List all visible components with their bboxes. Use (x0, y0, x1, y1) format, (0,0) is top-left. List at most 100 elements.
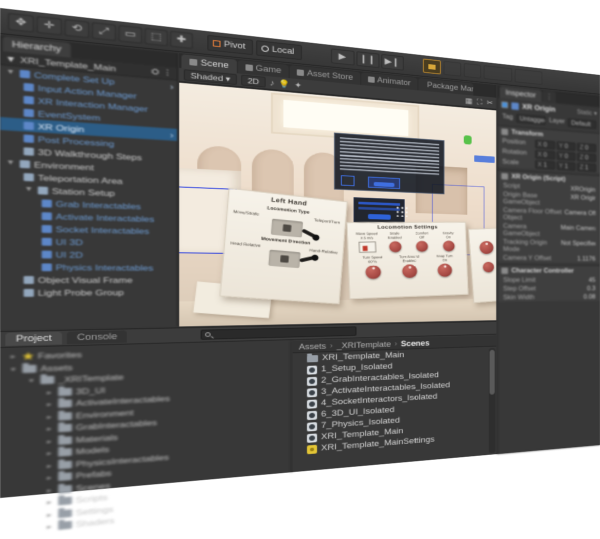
turn-speed-knob (365, 265, 381, 279)
position-x-field[interactable]: X0 (535, 140, 555, 150)
gizmo-label-tag (474, 155, 494, 163)
script-icon (501, 173, 508, 180)
scale-z-field[interactable]: Z1 (577, 163, 596, 173)
folder-icon (22, 364, 36, 372)
tag-label: Tag (502, 113, 513, 123)
active-checkbox[interactable] (501, 101, 508, 108)
prefab-icon (511, 102, 518, 110)
locomotion-settings-board: Locomotion Settings Move Speed 2.5 m/s S… (346, 222, 468, 299)
option-right: Teleport/Turn (314, 218, 340, 225)
layout-dropdown[interactable] (514, 69, 542, 85)
audio-icon[interactable]: ♪ (270, 78, 275, 87)
game-tab-icon (245, 64, 252, 71)
rotate-tool-icon[interactable]: ⟲ (64, 19, 89, 38)
project-panel: Project Console ▸ Favorites ▾Assets ▾_XR… (0, 321, 496, 498)
board-title: Locomotion Settings (352, 225, 461, 231)
tab-console[interactable]: Console (67, 330, 127, 344)
2d-toggle[interactable]: 2D (241, 75, 265, 88)
scrollbar[interactable] (489, 348, 496, 453)
prefab-chevron-icon[interactable]: › (170, 81, 173, 91)
left-hand-board: Left Hand Locomotion Type Move/Strafe Te… (219, 188, 347, 305)
turn-around-control: Turn Around Enabled (391, 255, 428, 279)
custom-tool-icon[interactable]: ✚ (170, 31, 193, 49)
collab-button[interactable] (423, 58, 441, 74)
move-speed-slider (358, 242, 376, 253)
scale-y-field[interactable]: Y1 (556, 161, 575, 171)
transform-tool-icon[interactable]: ⬚ (145, 28, 168, 46)
scene-asset-icon (307, 388, 317, 397)
local-label: Local (272, 43, 294, 59)
layer-dropdown[interactable]: Default (568, 118, 596, 129)
scale-tool-icon[interactable]: ⤢ (92, 22, 116, 41)
position-z-field[interactable]: Z0 (577, 143, 596, 153)
hierarchy-item[interactable]: Object Visual Frame (0, 273, 177, 286)
project-file-list: Assets› _XRITemplate› Scenes XRI_Templat… (293, 335, 497, 472)
transform-icon (501, 128, 508, 135)
tab-project[interactable]: Project (5, 332, 62, 346)
static-dropdown[interactable]: Static ▾ (577, 108, 597, 117)
strafe-button (389, 241, 402, 252)
inspector-menu-icon[interactable]: ⋮ (542, 90, 556, 103)
star-icon (22, 352, 34, 361)
scene-asset-icon (307, 410, 317, 419)
scene-tab-icon (189, 59, 197, 66)
locomotion-type-switch (271, 219, 303, 238)
rotation-z-field[interactable]: Z0 (577, 153, 596, 163)
option-left: Move/Strafe (233, 209, 259, 216)
gear-icon[interactable]: ⛭ (151, 66, 159, 77)
prefab-chevron-icon[interactable]: › (170, 130, 173, 140)
animator-tab-icon (368, 76, 375, 83)
scene-asset-icon (307, 376, 317, 385)
gizmos-icon[interactable]: ⛶ (477, 97, 482, 106)
component-icon (501, 267, 508, 273)
services-button[interactable] (443, 61, 461, 77)
gameobject-name[interactable]: XR Origin (522, 102, 555, 113)
pause-button[interactable]: ❙❙ (356, 51, 379, 68)
pivot-toggle[interactable]: Pivot (207, 35, 253, 55)
scene-asset-icon (307, 365, 317, 374)
project-folder-tree: ▸ Favorites ▾Assets ▾_XRITemplate ▸3D_UI… (0, 341, 292, 498)
tools-icon[interactable]: ✂ (487, 98, 493, 107)
play-button[interactable]: ▶ (331, 48, 355, 65)
tag-dropdown[interactable]: Untagged (516, 114, 546, 125)
scene-view-panel: Scene Game Asset Store Animator Package … (179, 53, 496, 326)
lighting-icon[interactable]: 💡 (279, 79, 291, 90)
scene-viewport[interactable]: Left Hand Locomotion Type Move/Strafe Te… (179, 83, 496, 327)
more-icon[interactable]: ⋮ (163, 67, 173, 78)
layers-dropdown[interactable] (483, 65, 512, 82)
collapse-arrow-icon[interactable]: ▼ (5, 53, 16, 64)
gizmo-handle-dots (395, 206, 407, 217)
pivot-label: Pivot (224, 38, 246, 54)
local-toggle[interactable]: Local (256, 40, 301, 60)
inspector-panel: Inspector ⋮ XR Origin Static ▾ Tag Untag… (497, 85, 600, 454)
layer-label: Layer (549, 117, 565, 127)
hierarchy-item[interactable]: Physics Interactables (0, 260, 177, 274)
transform-component: Transform Position X0 Y0 Z0 Rotation X0 … (498, 125, 600, 173)
step-button[interactable]: ▶❙ (381, 54, 403, 71)
movement-direction-switch (268, 250, 300, 268)
position-y-field[interactable]: Y0 (556, 141, 575, 151)
rotation-y-field[interactable]: Y0 (556, 151, 575, 161)
project-search-input[interactable] (201, 326, 357, 339)
hierarchy-item[interactable]: Light Probe Group (0, 286, 177, 299)
asset-store-tab-icon (297, 69, 304, 76)
folder-icon (307, 355, 318, 362)
rotation-x-field[interactable]: X0 (535, 150, 555, 160)
hand-tool-icon[interactable]: ✥ (8, 13, 34, 33)
scale-x-field[interactable]: X1 (535, 160, 555, 170)
snap-turn-knob (438, 264, 453, 277)
worldspace-info-panel (334, 133, 444, 195)
turn-speed-control: Turn Speed 60°/s (353, 256, 391, 280)
right-station-board (468, 228, 496, 303)
effects-icon[interactable]: ✦ (294, 80, 302, 90)
hierarchy-panel: Hierarchy ▼ XRI_Template_Main ⛭ ⋮ ▼ Comp… (0, 35, 178, 330)
station-knob (482, 262, 494, 273)
gravity-button (443, 241, 455, 252)
play-controls: ▶ ❙❙ ▶❙ (331, 48, 404, 70)
move-speed-control: Move Speed 2.5 m/s (352, 232, 381, 253)
move-tool-icon[interactable]: ✛ (37, 16, 62, 35)
account-button[interactable] (463, 63, 480, 79)
rect-tool-icon[interactable]: ▭ (118, 25, 142, 44)
grid-icon[interactable]: ▦ (465, 96, 472, 106)
scrollbar-thumb[interactable] (490, 350, 495, 395)
